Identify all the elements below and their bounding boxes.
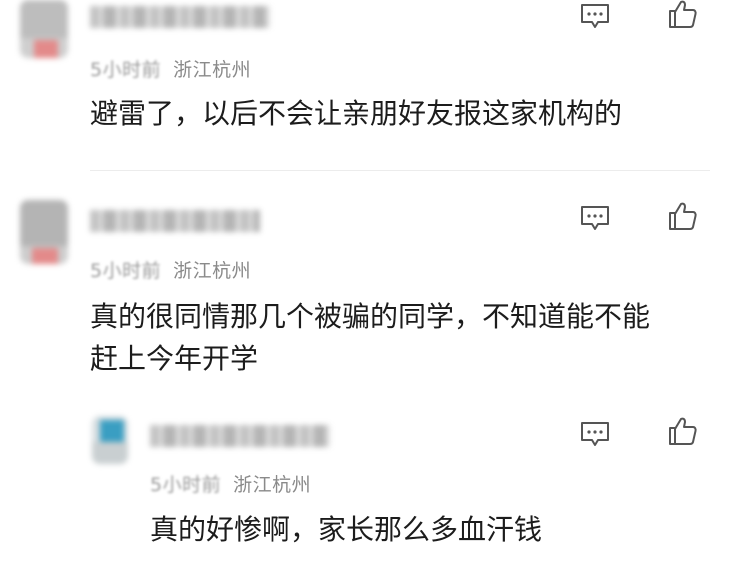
comment-icon[interactable] <box>578 418 612 450</box>
comment-text-line: 赶上今年开学 <box>90 342 259 375</box>
comment-meta: 5小时前 浙江杭州 <box>150 470 311 497</box>
comment-location: 浙江杭州 <box>173 260 252 282</box>
username[interactable] <box>90 210 260 232</box>
avatar[interactable] <box>20 200 68 264</box>
comment-text: 真的很同情那几个被骗的同学，不知道能不能 赶上今年开学 <box>90 296 650 380</box>
thumbs-up-icon[interactable] <box>665 0 699 30</box>
thumbs-up-icon[interactable] <box>665 200 699 232</box>
username[interactable] <box>150 425 330 447</box>
comment-time: 5小时前 <box>150 474 222 496</box>
comment-text: 避雷了，以后不会让亲朋好友报这家机构的 <box>90 93 622 135</box>
comment-location: 浙江杭州 <box>233 474 312 496</box>
avatar[interactable] <box>92 416 128 464</box>
comment-location: 浙江杭州 <box>173 59 252 81</box>
comment-text-line: 真的很同情那几个被骗的同学，不知道能不能 <box>90 300 651 333</box>
comment-icon[interactable] <box>578 0 612 32</box>
username[interactable] <box>90 6 270 28</box>
comment-text-line: 避雷了，以后不会让亲朋好友报这家机构的 <box>90 97 623 130</box>
avatar[interactable] <box>20 0 68 58</box>
thumbs-up-icon[interactable] <box>665 415 699 447</box>
divider <box>90 170 710 171</box>
comment-time: 5小时前 <box>90 59 162 81</box>
comment-time: 5小时前 <box>90 260 162 282</box>
comment-meta: 5小时前 浙江杭州 <box>90 55 251 82</box>
comment-meta: 5小时前 浙江杭州 <box>90 256 251 283</box>
comment-icon[interactable] <box>578 202 612 234</box>
comment-text: 真的好惨啊，家长那么多血汗钱 <box>150 509 542 551</box>
comment-text-line: 真的好惨啊，家长那么多血汗钱 <box>150 513 543 546</box>
